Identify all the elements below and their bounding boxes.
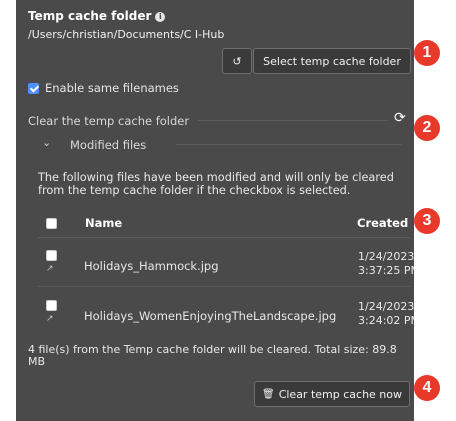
row-checkbox[interactable] <box>46 250 57 261</box>
external-link-icon[interactable]: ↗ <box>46 264 54 274</box>
enable-same-filenames-label: Enable same filenames <box>45 81 179 95</box>
table-divider <box>38 237 410 238</box>
section-divider <box>176 144 401 145</box>
section-divider <box>198 120 388 121</box>
reset-icon: ↺ <box>232 54 242 68</box>
select-all-checkbox[interactable] <box>46 218 57 229</box>
chevron-down-icon[interactable]: ⌄ <box>42 136 51 149</box>
select-temp-cache-folder-button[interactable]: Select temp cache folder <box>253 48 411 74</box>
external-link-icon[interactable]: ↗ <box>46 314 54 324</box>
temp-cache-path: /Users/christian/Documents/C I-Hub <box>28 28 225 41</box>
file-created: 1/24/2023 3:24:02 PM <box>358 300 414 327</box>
callout-marker-2: 2 <box>414 115 440 141</box>
refresh-icon[interactable]: ⟳ <box>394 110 406 126</box>
callout-marker-1: 1 <box>414 40 440 66</box>
reset-folder-button[interactable]: ↺ <box>222 48 252 74</box>
settings-panel: Temp cache folder i /Users/christian/Docu… <box>16 0 414 421</box>
file-name: Holidays_Hammock.jpg <box>84 259 219 273</box>
row-checkbox[interactable] <box>46 300 57 311</box>
temp-cache-title: Temp cache folder i <box>28 9 166 23</box>
callout-marker-3: 3 <box>414 208 440 234</box>
file-created: 1/24/2023 3:37:25 PM <box>358 250 414 277</box>
callout-marker-4: 4 <box>414 375 440 401</box>
file-name: Holidays_WomenEnjoyingTheLandscape.jpg <box>84 309 337 323</box>
trash-icon: 🗑 <box>261 388 275 400</box>
modified-files-description: The following files have been modified a… <box>38 171 394 197</box>
column-header-name[interactable]: Name <box>85 216 122 230</box>
info-icon[interactable]: i <box>155 12 166 22</box>
table-divider <box>38 286 410 287</box>
clear-button-label: Clear temp cache now <box>278 387 402 401</box>
modified-files-toggle[interactable]: Modified files <box>70 138 146 152</box>
clear-temp-cache-now-button[interactable]: 🗑 Clear temp cache now <box>254 381 410 407</box>
clear-summary: 4 file(s) from the Temp cache folder wil… <box>28 343 397 368</box>
enable-same-filenames-checkbox[interactable] <box>28 83 39 94</box>
clear-section-label: Clear the temp cache folder <box>28 114 190 128</box>
column-header-created[interactable]: Created <box>357 216 408 230</box>
